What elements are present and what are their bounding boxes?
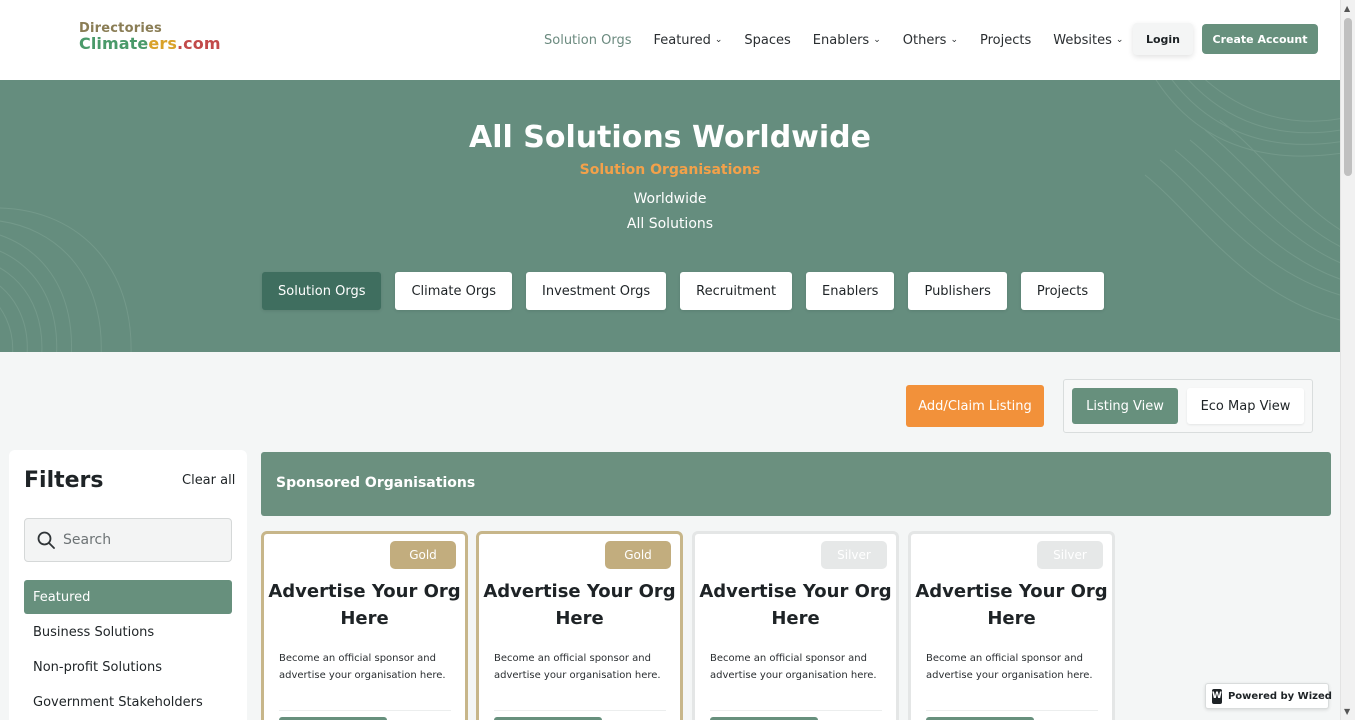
powered-by-wized-badge[interactable]: W Powered by Wized — [1205, 683, 1332, 709]
divider — [710, 710, 882, 711]
tab-solution-orgs[interactable]: Solution Orgs — [262, 272, 382, 310]
page-title: All Solutions Worldwide — [469, 120, 871, 155]
nav-item-spaces[interactable]: Spaces — [744, 33, 790, 48]
tier-badge: Gold — [605, 541, 671, 569]
view-toggle: Listing View Eco Map View — [1063, 379, 1313, 433]
nav-item-solution-orgs[interactable]: Solution Orgs — [544, 33, 631, 48]
nav-item-label: Others — [902, 32, 947, 48]
wized-logo-icon: W — [1212, 688, 1222, 704]
logo-wordmark: Climateers.com — [79, 36, 221, 52]
sponsor-card[interactable]: Gold Advertise Your Org Here Become an o… — [476, 531, 683, 720]
filter-item-non-profit-solutions[interactable]: Non-profit Solutions — [24, 650, 232, 684]
sponsor-card[interactable]: Silver Advertise Your Org Here Become an… — [908, 531, 1115, 720]
tab-projects[interactable]: Projects — [1020, 272, 1105, 310]
filters-title: Filters — [24, 468, 104, 493]
page-scrollbar[interactable]: ▲ ▼ — [1340, 0, 1355, 720]
divider — [494, 710, 666, 711]
chevron-down-icon: ⌄ — [950, 35, 958, 45]
logo-wordmark-part: Climate — [79, 34, 149, 53]
tab-investment-orgs[interactable]: Investment Orgs — [526, 272, 667, 310]
tier-badge: Silver — [821, 541, 887, 569]
eco-map-view-button[interactable]: Eco Map View — [1187, 388, 1304, 424]
nav-item-label: Enablers — [812, 32, 870, 48]
nav-item-label: Solution Orgs — [544, 32, 632, 48]
card-description: Become an official sponsor and advertise… — [710, 653, 877, 681]
main-nav: Solution Orgs Featured ⌄ Spaces Enablers… — [544, 30, 1145, 50]
tab-recruitment[interactable]: Recruitment — [680, 272, 793, 310]
sponsored-header: Sponsored Organisations — [261, 452, 1331, 516]
search-icon — [37, 531, 55, 549]
category-label: All Solutions — [626, 216, 714, 232]
search-input[interactable] — [63, 529, 223, 551]
create-account-button[interactable]: Create Account — [1202, 24, 1318, 54]
nav-item-others[interactable]: Others ⌄ — [903, 33, 958, 48]
chevron-down-icon: ⌄ — [714, 35, 723, 45]
search-box — [24, 518, 232, 562]
tier-badge: Silver — [1037, 541, 1103, 569]
logo-wordmark-part: .com — [176, 34, 221, 53]
tab-publishers[interactable]: Publishers — [908, 272, 1007, 310]
nav-item-label: Projects — [979, 32, 1032, 48]
region-label: Worldwide — [633, 191, 707, 207]
sponsor-card[interactable]: Silver Advertise Your Org Here Become an… — [692, 531, 899, 720]
card-title: Advertise Your Org Here — [483, 581, 676, 629]
nav-item-projects[interactable]: Projects — [980, 33, 1031, 48]
clear-all-link[interactable]: Clear all — [182, 473, 235, 488]
nav-item-enablers[interactable]: Enablers ⌄ — [813, 33, 881, 48]
divider — [926, 710, 1098, 711]
tab-enablers[interactable]: Enablers — [806, 272, 895, 310]
login-button[interactable]: Login — [1133, 23, 1193, 55]
tier-badge: Gold — [390, 541, 456, 569]
chevron-down-icon: ⌄ — [873, 35, 881, 45]
card-title: Advertise Your Org Here — [915, 581, 1108, 629]
scrollbar-thumb[interactable] — [1344, 18, 1352, 176]
hero-banner: All Solutions Worldwide Solution Organis… — [0, 80, 1340, 352]
nav-item-label: Featured — [653, 32, 711, 48]
filter-item-business-solutions[interactable]: Business Solutions — [24, 615, 232, 649]
chevron-down-icon: ⌄ — [1115, 35, 1124, 45]
nav-item-featured[interactable]: Featured ⌄ — [653, 33, 722, 48]
sponsored-title: Sponsored Organisations — [276, 475, 476, 491]
add-claim-listing-button[interactable]: Add/Claim Listing — [906, 385, 1044, 427]
card-description: Become an official sponsor and advertise… — [926, 653, 1093, 681]
sponsor-card[interactable]: Gold Advertise Your Org Here Become an o… — [261, 531, 468, 720]
nav-item-label: Websites — [1053, 32, 1112, 48]
filter-item-featured[interactable]: Featured — [24, 580, 232, 614]
wized-label: Powered by Wized — [1227, 690, 1332, 702]
site-logo[interactable]: Directories Climateers.com — [79, 22, 221, 52]
page-subtitle: Solution Organisations — [579, 162, 761, 178]
scroll-up-arrow-icon[interactable]: ▲ — [1344, 4, 1350, 13]
directory-tabs: Solution Orgs Climate Orgs Investment Or… — [262, 272, 1118, 310]
logo-wordmark-part: ers — [148, 34, 177, 53]
card-title: Advertise Your Org Here — [268, 581, 461, 629]
card-title: Advertise Your Org Here — [699, 581, 892, 629]
card-description: Become an official sponsor and advertise… — [494, 653, 661, 681]
filters-panel: Filters Clear all Featured Business Solu… — [9, 450, 247, 720]
filter-item-government-stakeholders[interactable]: Government Stakeholders — [24, 685, 232, 719]
scroll-down-arrow-icon[interactable]: ▼ — [1344, 707, 1350, 716]
divider — [279, 710, 451, 711]
listing-view-button[interactable]: Listing View — [1072, 388, 1178, 424]
tab-climate-orgs[interactable]: Climate Orgs — [395, 272, 513, 310]
nav-item-label: Spaces — [744, 32, 791, 48]
site-header: Directories Climateers.com Solution Orgs… — [0, 0, 1340, 80]
card-description: Become an official sponsor and advertise… — [279, 653, 446, 681]
nav-item-websites[interactable]: Websites ⌄ — [1053, 33, 1123, 48]
